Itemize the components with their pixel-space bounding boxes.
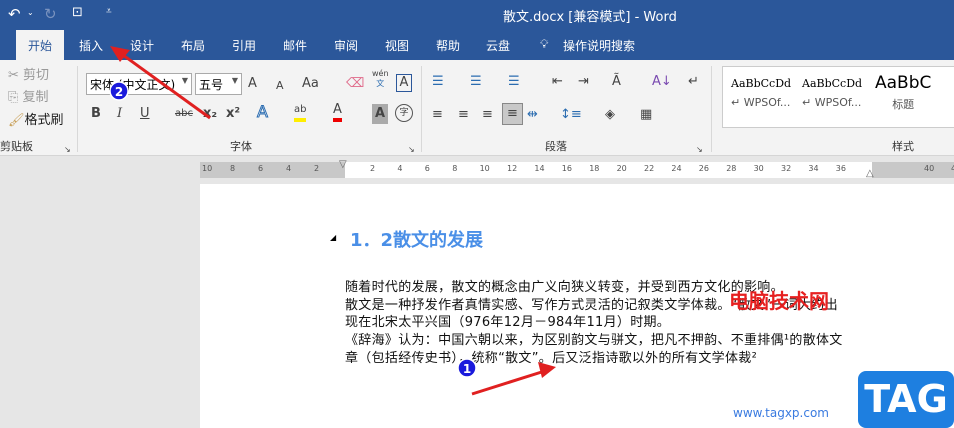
annotation-layer: 2 1 (109, 46, 556, 396)
arrow-2 (115, 48, 211, 120)
badge-2-label: 2 (115, 85, 123, 99)
arrow-1 (471, 368, 549, 396)
arrow-1-head (538, 362, 556, 378)
badge-1-label: 1 (463, 362, 471, 376)
